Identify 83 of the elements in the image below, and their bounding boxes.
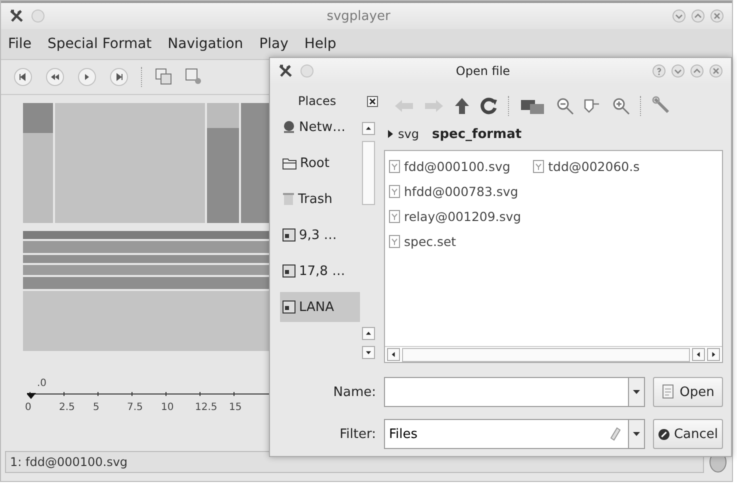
drive-icon	[282, 300, 296, 314]
breadcrumb-item[interactable]: spec_format	[432, 126, 522, 142]
window-title: svgplayer	[326, 8, 392, 24]
tick-label: 12.5	[195, 402, 218, 413]
scroll-up-button[interactable]	[362, 122, 375, 135]
network-icon	[282, 120, 296, 134]
menu-item[interactable]: Navigation	[166, 34, 244, 54]
place-item[interactable]: LANA	[280, 292, 360, 322]
scroll-left-button[interactable]	[387, 348, 400, 361]
place-item[interactable]: 9,3 …	[280, 220, 360, 250]
minimize-button[interactable]	[672, 9, 686, 23]
place-item[interactable]: Trash	[280, 184, 360, 214]
marker-label: .0	[37, 378, 47, 389]
rewind-button[interactable]	[45, 67, 65, 87]
folder-icon	[282, 156, 297, 170]
skip-back-button[interactable]	[13, 67, 33, 87]
caret-icon[interactable]	[388, 130, 393, 138]
skip-forward-button[interactable]	[109, 67, 129, 87]
scrollbar-thumb[interactable]	[362, 141, 375, 205]
tick-label: 7.5	[127, 402, 144, 413]
file-icon	[389, 210, 400, 223]
document-icon	[662, 384, 676, 400]
file-icon	[533, 160, 544, 173]
menu-item[interactable]: Help	[303, 34, 338, 54]
breadcrumb-item[interactable]: svg	[398, 127, 419, 141]
close-button[interactable]	[710, 9, 724, 23]
up-arrow-icon[interactable]	[454, 97, 470, 115]
scroll-right-button[interactable]	[707, 348, 720, 361]
file-icon	[389, 185, 400, 198]
scroll-left-button[interactable]	[692, 348, 705, 361]
file-icon	[389, 160, 400, 173]
app-icon[interactable]	[9, 9, 25, 23]
place-item[interactable]: 17,8 …	[280, 256, 360, 286]
list-entry[interactable]: hfdd@000783.svg	[389, 179, 522, 204]
list-entry[interactable]: fdd@000100.svg	[389, 154, 522, 179]
list-entry[interactable]: tdd@002060.s	[533, 154, 640, 179]
minimize-button[interactable]	[671, 64, 685, 78]
scroll-up-button[interactable]	[362, 327, 375, 340]
dialog-title: Open file	[454, 64, 512, 78]
tick-label: 2.5	[59, 402, 76, 413]
play-button[interactable]	[77, 67, 97, 87]
scrollbar-thumb[interactable]	[402, 348, 690, 362]
tick-label: 15	[229, 402, 243, 413]
maximize-button[interactable]	[690, 64, 704, 78]
cancel-icon	[658, 428, 670, 440]
cancel-button[interactable]: Cancel	[653, 419, 723, 449]
menu-item[interactable]: Play	[258, 34, 290, 54]
menu-item[interactable]: File	[7, 34, 32, 54]
close-icon[interactable]	[367, 96, 378, 106]
place-item[interactable]: Root	[280, 148, 360, 178]
list-entry[interactable]: relay@001209.svg	[389, 204, 522, 229]
app-icon[interactable]	[278, 64, 294, 78]
wrench-icon[interactable]	[652, 96, 672, 116]
places-title: Places	[298, 94, 336, 108]
scroll-down-button[interactable]	[362, 346, 375, 359]
zoom-out-icon[interactable]	[556, 97, 574, 115]
maximize-button[interactable]	[691, 9, 705, 23]
open-button[interactable]: Open	[653, 377, 723, 407]
caret-icon[interactable]	[633, 390, 640, 394]
field-label: Name:	[332, 384, 376, 400]
zoom-in-icon[interactable]	[612, 97, 630, 115]
drive-icon	[282, 264, 296, 278]
window-icon[interactable]	[185, 68, 203, 86]
name-field[interactable]	[384, 377, 629, 407]
filter-field[interactable]: Files	[384, 419, 629, 449]
place-item[interactable]: Netw…	[280, 112, 360, 142]
list-entry[interactable]: spec.set	[389, 229, 522, 254]
tag-icon[interactable]	[584, 97, 602, 115]
caret-icon[interactable]	[633, 432, 640, 436]
field-label: Filter:	[338, 426, 376, 442]
menu-item[interactable]: Special Format	[46, 34, 153, 54]
trash-icon	[282, 192, 295, 206]
tick-label: 0	[25, 402, 32, 413]
file-icon	[389, 235, 400, 248]
tick-label: 10	[161, 402, 175, 413]
close-button[interactable]	[709, 64, 723, 78]
reload-icon[interactable]	[480, 97, 498, 115]
drive-icon	[282, 228, 296, 242]
tick-label: 5	[93, 402, 100, 413]
edit-icon[interactable]	[609, 427, 621, 441]
help-button[interactable]	[652, 64, 666, 78]
preview-icon[interactable]	[520, 97, 546, 115]
windows-icon[interactable]	[155, 68, 173, 86]
